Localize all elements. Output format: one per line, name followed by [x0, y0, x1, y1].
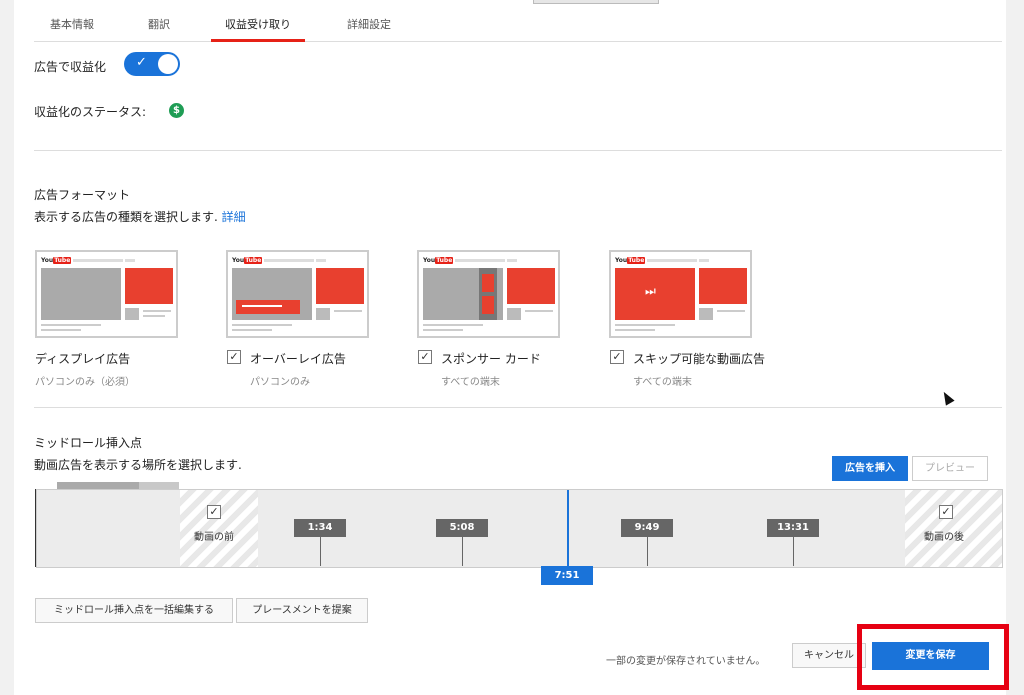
monetize-label: 広告で収益化	[34, 60, 107, 74]
midroll-title: ミッドロール挿入点	[34, 436, 143, 450]
ad-formats-description: 表示する広告の種類を選択します. 詳細	[34, 210, 246, 224]
monetize-toggle[interactable]: ✓	[124, 52, 180, 76]
midroll-marker[interactable]: 1:34	[294, 519, 346, 537]
sponsor-card-checkbox[interactable]: ✓	[418, 350, 432, 364]
skippable-ad-checkbox[interactable]: ✓	[610, 350, 624, 364]
bulk-edit-midroll-button[interactable]: ミッドロール挿入点を一括編集する	[35, 598, 233, 623]
video-preview-stub	[533, 0, 659, 4]
display-ad-thumbnail: YouTube	[35, 250, 178, 338]
divider	[34, 150, 1002, 151]
divider	[34, 407, 1002, 408]
overlay-ad-sub: パソコンのみ	[250, 377, 310, 388]
toggle-knob	[158, 54, 178, 74]
ad-formats-title: 広告フォーマット	[34, 188, 131, 202]
midroll-marker[interactable]: 9:49	[621, 519, 673, 537]
skippable-ad-label: スキップ可能な動画広告	[633, 352, 766, 366]
tab-basic-info[interactable]: 基本情報	[50, 16, 94, 42]
marker-stem	[462, 537, 463, 566]
checkmark-icon: ✓	[136, 55, 147, 70]
skippable-ad-thumbnail: YouTube ⏭	[609, 250, 752, 338]
marker-stem	[647, 537, 648, 566]
sponsor-card-thumbnail: YouTube	[417, 250, 560, 338]
youtube-logo-icon: YouTube	[615, 257, 646, 264]
youtube-logo-icon: YouTube	[423, 257, 454, 264]
display-ad-label: ディスプレイ広告	[35, 352, 131, 366]
tab-bar: 基本情報 翻訳 収益受け取り 詳細設定	[34, 10, 1002, 42]
skippable-ad-sub: すべての端末	[633, 377, 692, 388]
suggest-placement-button[interactable]: プレースメントを提案	[236, 598, 368, 623]
insert-ad-button[interactable]: 広告を挿入	[832, 456, 908, 481]
tab-advanced-settings[interactable]: 詳細設定	[347, 16, 391, 42]
monetization-status-label: 収益化のステータス:	[34, 105, 147, 119]
display-ad-sub: パソコンのみ（必須）	[35, 377, 135, 388]
cancel-button[interactable]: キャンセル	[792, 643, 866, 668]
pre-roll-checkbox[interactable]: ✓	[207, 505, 221, 519]
dollar-icon: $	[169, 103, 184, 118]
youtube-logo-icon: YouTube	[41, 257, 72, 264]
sponsor-card-label: スポンサー カード	[441, 352, 541, 366]
midroll-marker[interactable]: 13:31	[767, 519, 819, 537]
midroll-description: 動画広告を表示する場所を選択します.	[34, 458, 242, 472]
learn-more-link[interactable]: 詳細	[222, 210, 246, 224]
sponsor-card-sub: すべての端末	[441, 377, 500, 388]
post-roll-checkbox[interactable]: ✓	[939, 505, 953, 519]
youtube-logo-icon: YouTube	[232, 257, 263, 264]
unsaved-changes-text: 一部の変更が保存されていません。	[606, 656, 766, 667]
monetization-page: 基本情報 翻訳 収益受け取り 詳細設定 広告で収益化 ✓ 収益化のステータス: …	[14, 0, 1006, 695]
tab-translation[interactable]: 翻訳	[148, 16, 170, 42]
marker-stem	[793, 537, 794, 566]
overlay-ad-label: オーバーレイ広告	[250, 352, 346, 366]
midroll-timeline[interactable]	[36, 489, 1003, 568]
post-roll-label: 動画の後	[924, 532, 964, 543]
save-changes-button[interactable]: 変更を保存	[872, 642, 989, 670]
overlay-ad-thumbnail: YouTube	[226, 250, 369, 338]
playhead-time: 7:51	[541, 566, 593, 585]
midroll-marker[interactable]: 5:08	[436, 519, 488, 537]
tab-monetization[interactable]: 収益受け取り	[211, 16, 305, 42]
overlay-ad-checkbox[interactable]: ✓	[227, 350, 241, 364]
preview-button[interactable]: プレビュー	[912, 456, 988, 481]
playhead[interactable]	[567, 490, 569, 567]
skip-forward-icon: ⏭	[645, 284, 656, 298]
pre-roll-label: 動画の前	[194, 532, 234, 543]
marker-stem	[320, 537, 321, 566]
